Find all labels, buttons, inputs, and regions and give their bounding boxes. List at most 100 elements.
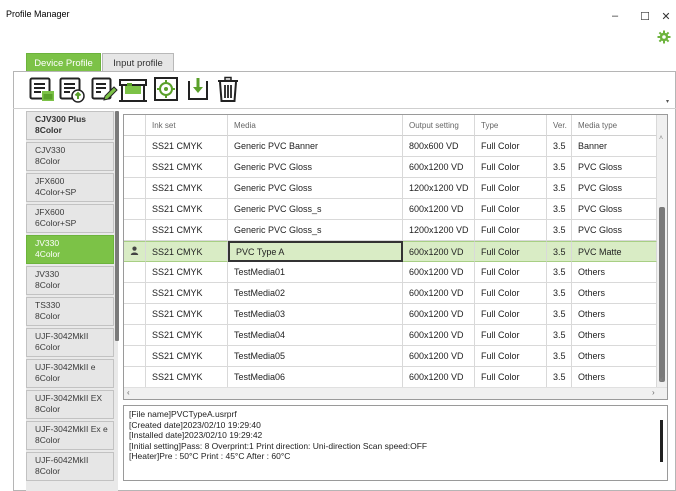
device-item[interactable]: CJV300 Plus 8Color (26, 111, 114, 140)
row-status-cell (124, 241, 146, 262)
version-cell: 3.5 (547, 157, 572, 178)
media-type-cell: PVC Gloss (572, 220, 657, 241)
media-cell: Generic PVC Gloss (228, 178, 403, 199)
device-model: TS330 (35, 300, 61, 310)
col-header-type[interactable]: Type (475, 115, 547, 136)
col-header-media[interactable]: Media (228, 115, 403, 136)
row-status-cell (124, 283, 146, 304)
minimize-button[interactable]: – (600, 6, 630, 26)
info-installed-date: [Installed date]2023/02/10 19:29:42 (129, 430, 263, 440)
media-cell: TestMedia01 (228, 262, 403, 283)
device-item[interactable]: UJF-3042MkII EX 8Color (26, 390, 114, 419)
delete-button[interactable] (212, 74, 244, 106)
target-button[interactable] (150, 74, 182, 106)
scroll-down-icon[interactable]: ˅ (659, 377, 663, 384)
output-setting-cell: 600x1200 VD (403, 283, 475, 304)
type-cell: Full Color (475, 262, 547, 283)
row-status-cell (124, 178, 146, 199)
device-item[interactable]: JFX600 4Color+SP (26, 173, 114, 202)
device-color-config: 8Color (35, 311, 61, 321)
device-model: JFX600 (35, 207, 65, 217)
device-item[interactable]: JV330 8Color (26, 266, 114, 295)
table-horizontal-scrollbar[interactable] (124, 387, 667, 399)
table-row[interactable]: SS21 CMYK Generic PVC Gloss_s 1200x1200 VD… (124, 220, 657, 241)
output-setting-cell: 600x1200 VD (403, 157, 475, 178)
device-color-config: 8Color (35, 404, 61, 414)
output-setting-cell: 600x1200 VD (403, 262, 475, 283)
table-row[interactable]: SS21 CMYK TestMedia06 600x1200 VD Full Colo… (124, 367, 657, 388)
device-item[interactable]: TS330 8Color (26, 297, 114, 326)
table-row[interactable]: SS21 CMYK Generic PVC Gloss_s 600x1200 VD F… (124, 199, 657, 220)
settings-gear-icon[interactable] (657, 30, 671, 44)
device-item[interactable]: CJV330 8Color (26, 142, 114, 171)
col-header-ink-set[interactable]: Ink set (146, 115, 228, 136)
device-item[interactable]: UJF-3042MkII Ex e 8Color (26, 421, 114, 450)
device-color-config: 8Color (35, 156, 61, 166)
media-type-cell: PVC Matte (572, 241, 657, 262)
table-row[interactable]: SS21 CMYK TestMedia05 600x1200 VD Full Colo… (124, 346, 657, 367)
table-row[interactable]: SS21 CMYK Generic PVC Banner 800x600 VD Ful… (124, 136, 657, 157)
edit-list-button[interactable] (88, 74, 120, 106)
device-item[interactable]: JV330 4Color (26, 235, 114, 264)
info-file-name: [File name]PVCTypeA.usrprf (129, 409, 237, 419)
scroll-right-icon[interactable]: › (652, 388, 655, 397)
table-row[interactable]: SS21 CMYK TestMedia01 600x1200 VD Full Colo… (124, 262, 657, 283)
window-title: Profile Manager (6, 9, 70, 19)
tab-input-profile[interactable]: Input profile (102, 53, 174, 72)
table-row[interactable]: SS21 CMYK TestMedia04 600x1200 VD Full Colo… (124, 325, 657, 346)
media-type-cell: Others (572, 262, 657, 283)
device-item[interactable]: UJF-6042MkII 8Color (26, 452, 114, 481)
printer-button[interactable] (117, 74, 149, 106)
media-type-cell: PVC Gloss (572, 157, 657, 178)
device-color-config: 8Color (35, 125, 62, 135)
version-cell: 3.5 (547, 346, 572, 367)
profile-table: SS21 CMYK Generic PVC Banner 800x600 VD Ful… (123, 114, 668, 400)
info-scrollbar[interactable] (660, 420, 663, 462)
table-row[interactable]: SS21 CMYK PVC Type A 600x1200 VD Full Color… (124, 241, 657, 262)
col-header-media-type[interactable]: Media type (572, 115, 657, 136)
device-color-config: 8Color (35, 280, 61, 290)
table-scroll-thumb[interactable] (659, 207, 665, 382)
table-row[interactable]: SS21 CMYK Generic PVC Gloss 600x1200 VD Ful… (124, 157, 657, 178)
table-row[interactable]: SS21 CMYK TestMedia03 600x1200 VD Full Colo… (124, 304, 657, 325)
type-cell: Full Color (475, 136, 547, 157)
col-header-version[interactable]: Ver. (547, 115, 572, 136)
device-item[interactable]: JFX600 6Color+SP (26, 204, 114, 233)
type-cell: Full Color (475, 283, 547, 304)
download-button[interactable] (182, 74, 214, 106)
download-icon (184, 75, 212, 105)
info-heater: [Heater]Pre : 50°C Print : 45°C After : … (129, 451, 291, 461)
version-cell: 3.5 (547, 199, 572, 220)
col-header-icon[interactable] (124, 115, 146, 136)
col-header-output-setting[interactable]: Output setting (403, 115, 475, 136)
version-cell: 3.5 (547, 262, 572, 283)
upload-list-button[interactable] (56, 74, 88, 106)
close-button[interactable]: ✕ (656, 6, 676, 26)
device-list: CJV300 Plus 8Color CJV330 8Color JFX600 4Colo… (26, 111, 118, 491)
media-type-cell: Others (572, 325, 657, 346)
ink-set-cell: SS21 CMYK (146, 241, 228, 262)
media-type-cell: Banner (572, 136, 657, 157)
ink-set-cell: SS21 CMYK (146, 157, 228, 178)
scroll-up-icon[interactable]: ˄ (659, 135, 663, 142)
version-cell: 3.5 (547, 241, 572, 262)
device-item[interactable]: UJF-3042MkII e 6Color (26, 359, 114, 388)
device-color-config: 4Color+SP (35, 187, 77, 197)
info-created-date: [Created date]2023/02/10 19:29:40 (129, 419, 261, 430)
open-list-button[interactable] (26, 74, 58, 106)
device-list-scrollbar[interactable] (115, 111, 119, 341)
type-cell: Full Color (475, 241, 547, 262)
type-cell: Full Color (475, 220, 547, 241)
row-status-cell (124, 199, 146, 220)
device-item[interactable]: UJF-3042MkII 6Color (26, 328, 114, 357)
scroll-left-icon[interactable]: ‹ (127, 388, 130, 397)
table-row[interactable]: SS21 CMYK TestMedia02 600x1200 VD Full Colo… (124, 283, 657, 304)
tab-device-profile[interactable]: Device Profile (26, 53, 101, 72)
ink-set-cell: SS21 CMYK (146, 346, 228, 367)
device-model: UJF-3042MkII (35, 331, 89, 341)
table-row[interactable]: SS21 CMYK Generic PVC Gloss 1200x1200 VD Fu… (124, 178, 657, 199)
version-cell: 3.5 (547, 220, 572, 241)
device-model: CJV300 Plus (35, 114, 87, 124)
device-model: UJF-3042MkII Ex e (35, 424, 108, 434)
device-color-config: 6Color+SP (35, 218, 77, 228)
